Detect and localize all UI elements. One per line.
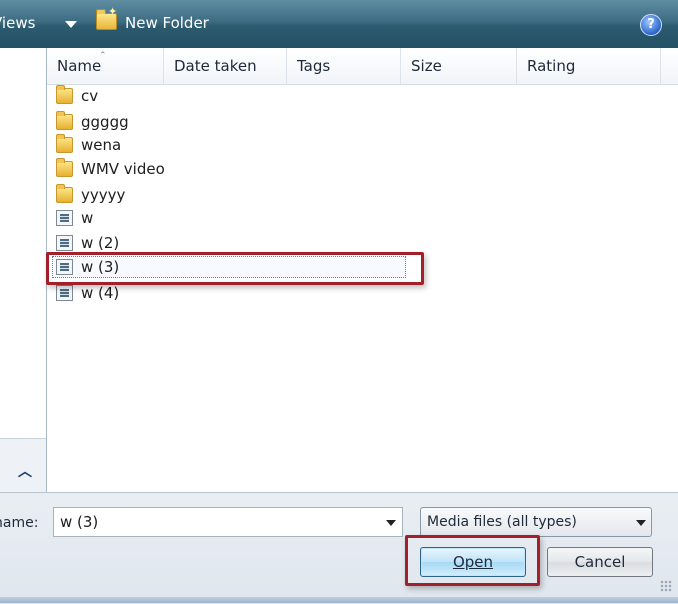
sort-ascending-icon: ⌃ [99, 51, 107, 61]
views-dropdown-icon[interactable] [65, 21, 77, 28]
open-button-highlight [405, 535, 540, 586]
item-label: cv [81, 87, 99, 105]
column-header-size[interactable]: Size [401, 48, 517, 84]
item-label: wena [81, 136, 122, 154]
new-folder-button[interactable]: New Folder [125, 14, 209, 32]
folder-icon [56, 134, 73, 153]
column-header-date-taken[interactable]: Date taken [164, 48, 287, 84]
resize-grip-icon[interactable] [660, 580, 672, 592]
column-header-date-label: Date taken [174, 57, 257, 75]
filename-label: name: [0, 515, 39, 531]
column-header-rating[interactable]: Rating [517, 48, 661, 84]
column-header-size-label: Size [411, 57, 442, 75]
file-type-dropdown-icon[interactable] [636, 520, 646, 526]
column-header-tags[interactable]: Tags [287, 48, 401, 84]
folder-icon [56, 184, 73, 203]
filename-dropdown-icon[interactable] [386, 520, 396, 526]
media-file-icon [56, 210, 73, 226]
item-label: w [81, 209, 94, 227]
folder-icon [56, 158, 73, 177]
folder-icon [56, 85, 73, 104]
help-icon[interactable]: ? [640, 14, 662, 36]
cancel-button-label: Cancel [574, 553, 626, 571]
item-label: w (2) [81, 234, 120, 252]
filename-field[interactable]: w (3) [53, 507, 403, 537]
column-header-tags-label: Tags [297, 57, 331, 75]
item-label: w (4) [81, 284, 120, 302]
command-toolbar: Views ✦ New Folder ? [0, 0, 678, 49]
new-folder-sparkle-icon: ✦ [108, 5, 118, 18]
column-header-rating-label: Rating [527, 57, 576, 75]
column-header-name[interactable]: Name ⌃ [47, 48, 164, 84]
navigation-pane [0, 48, 46, 492]
item-label: yyyyy [81, 186, 126, 204]
item-label: WMV video [81, 160, 165, 178]
column-header-name-label: Name [57, 57, 102, 75]
media-file-icon [56, 235, 73, 251]
selected-item-highlight [46, 252, 424, 285]
item-label: ggggg [81, 113, 129, 131]
chevron-up-icon[interactable]: ︿ [18, 465, 32, 479]
file-type-select[interactable]: Media files (all types) [420, 507, 652, 537]
views-button[interactable]: Views [0, 14, 35, 32]
folder-icon [56, 111, 73, 130]
window-frame-bottom [0, 597, 678, 603]
media-file-icon [56, 285, 73, 301]
cancel-button[interactable]: Cancel [547, 547, 653, 577]
column-header-row: Name ⌃ Date taken Tags Size Rating [47, 48, 678, 85]
